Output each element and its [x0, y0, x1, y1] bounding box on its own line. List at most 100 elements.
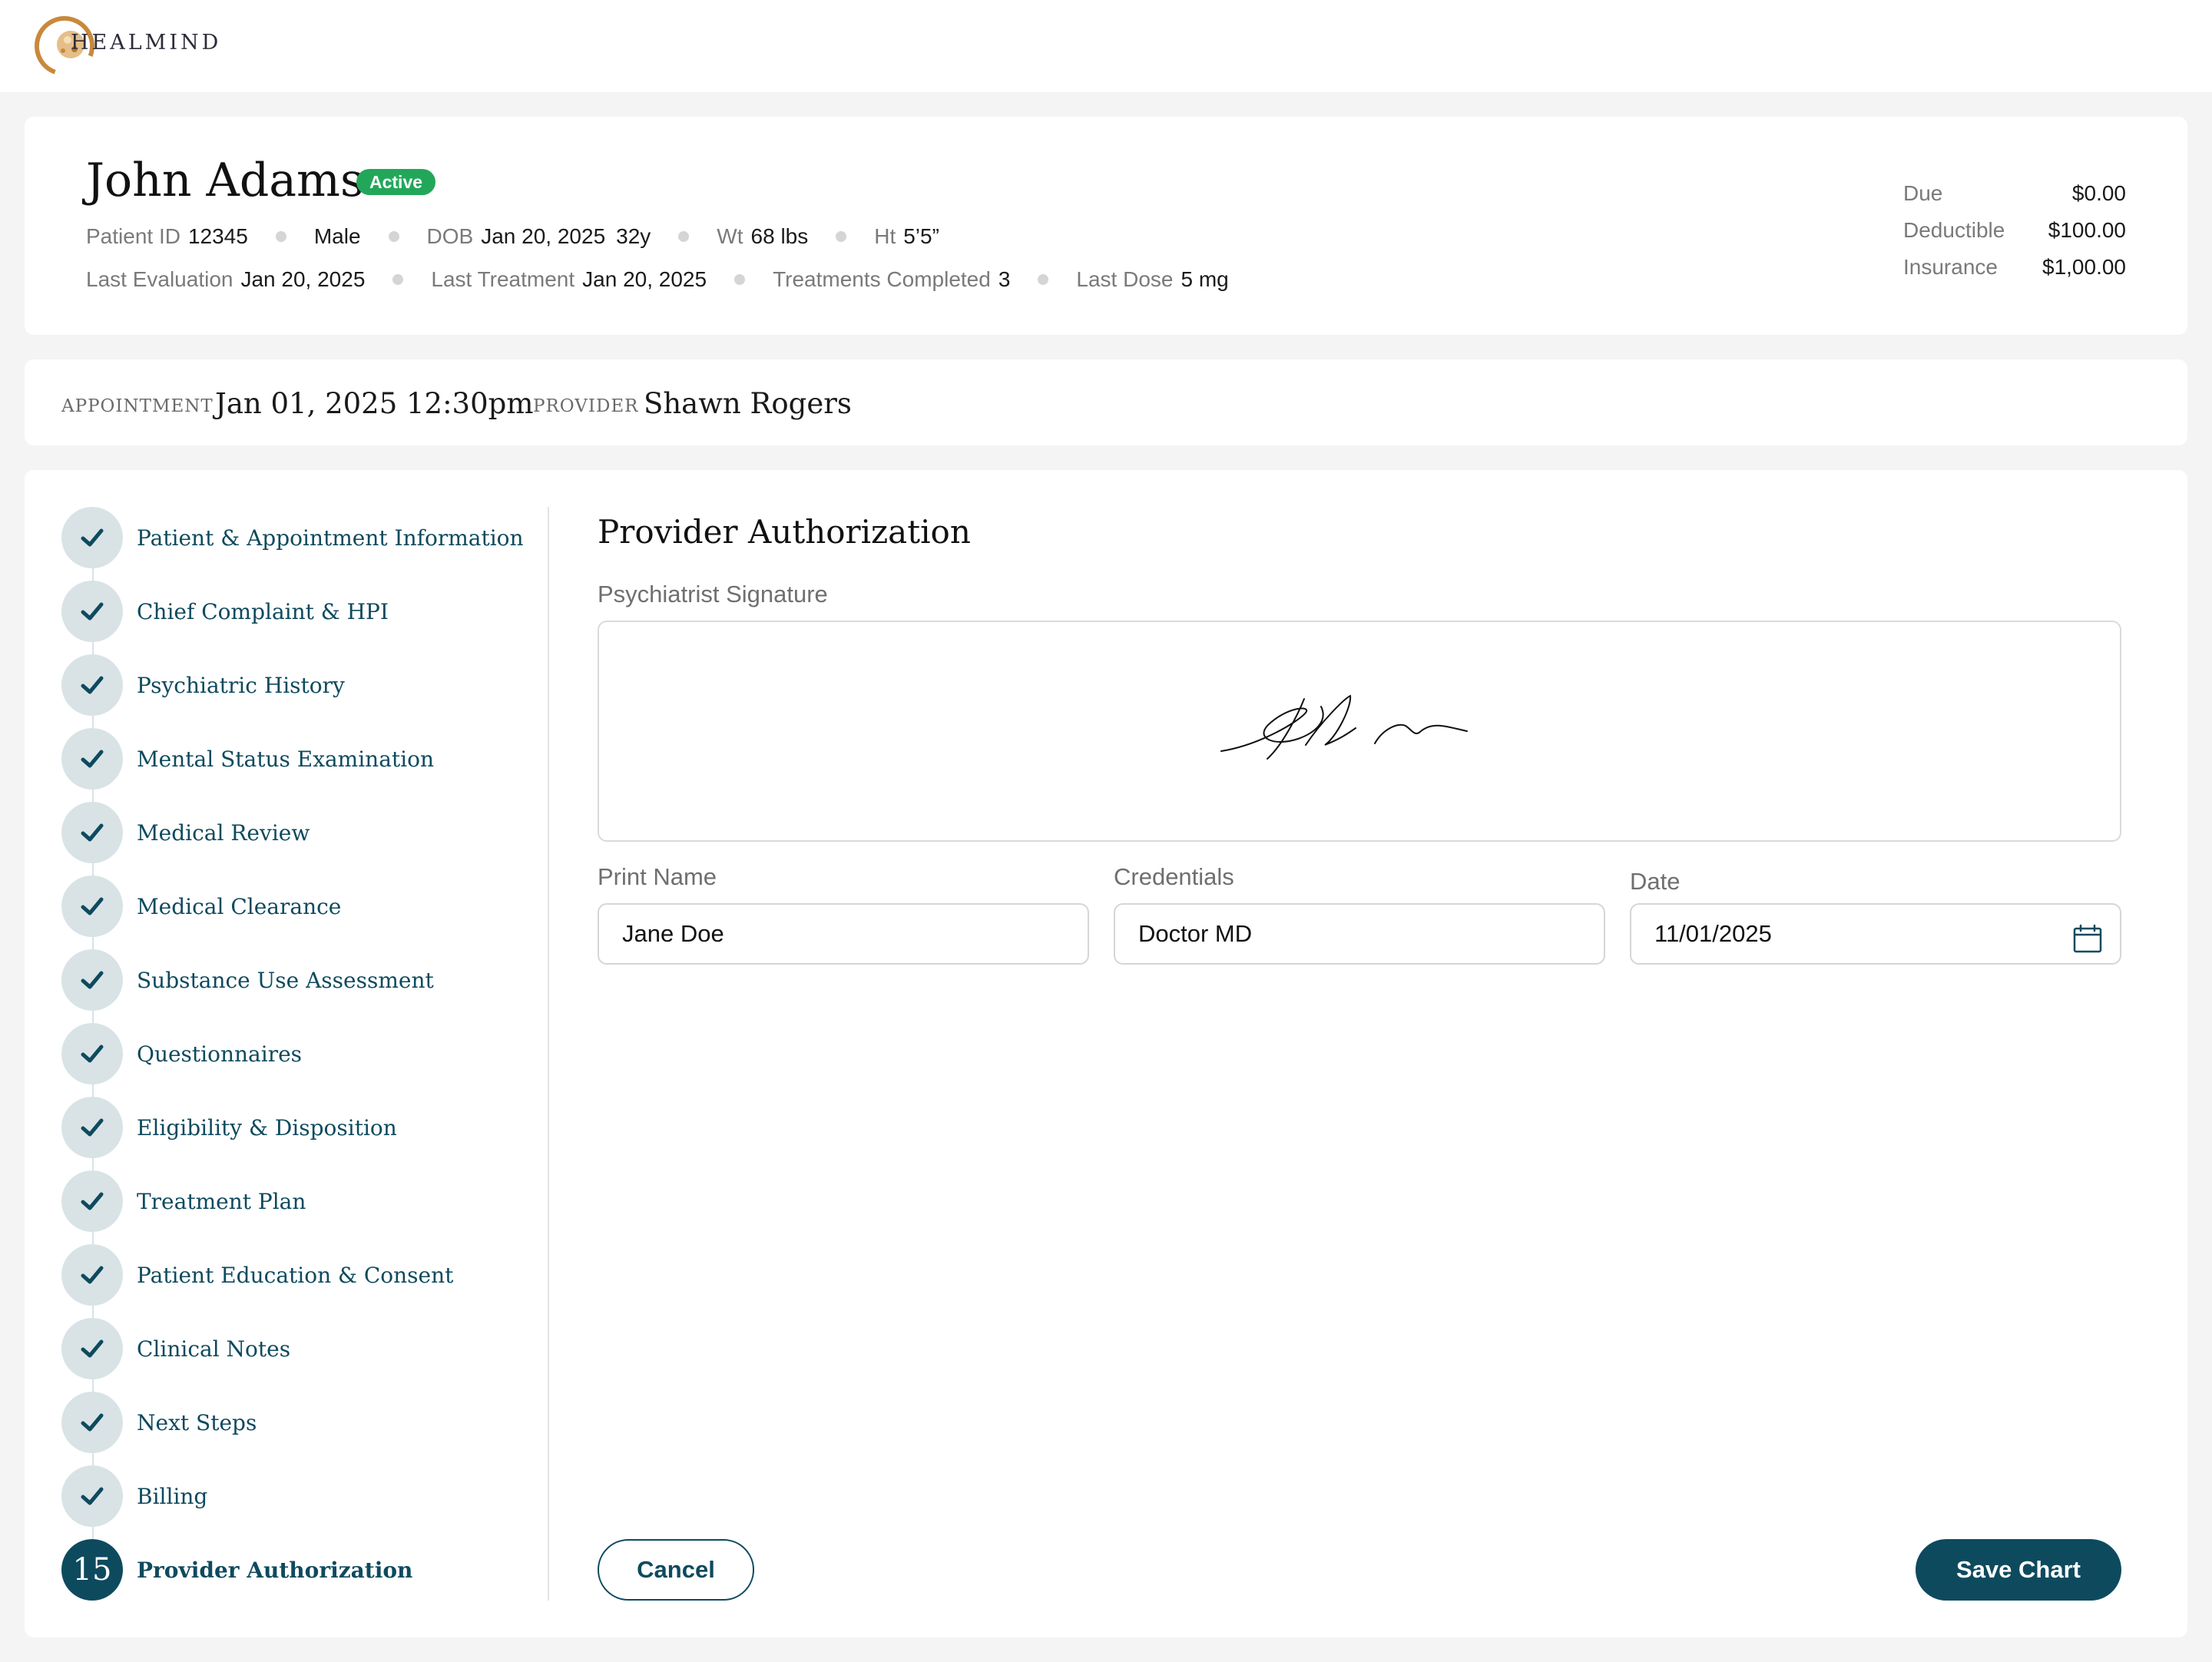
insurance-value: $1,00.00: [2042, 255, 2126, 279]
separator-dot: [678, 231, 690, 242]
step-mental-status-examination[interactable]: Mental Status Examination: [61, 728, 434, 790]
step-patient-appointment-information[interactable]: Patient & Appointment Information: [61, 507, 524, 568]
patient-id-label: Patient ID: [86, 224, 180, 248]
step-next-steps[interactable]: Next Steps: [61, 1392, 257, 1453]
step-label: Mental Status Examination: [137, 746, 435, 772]
credentials-label: Credentials: [1114, 863, 1234, 890]
separator-dot: [836, 231, 847, 242]
step-medical-review[interactable]: Medical Review: [61, 802, 310, 863]
save-chart-button[interactable]: Save Chart: [1916, 1539, 2121, 1601]
appointment-datetime: Jan 01, 2025 12:30pm: [215, 387, 534, 420]
due-label: Due: [1903, 181, 1943, 205]
credentials-input[interactable]: Doctor MD: [1114, 903, 1605, 965]
date-label: Date: [1630, 868, 1681, 895]
step-eligibility-disposition[interactable]: Eligibility & Disposition: [61, 1097, 397, 1158]
billing-deductible-row: Deductible $100.00: [1903, 212, 2126, 249]
check-icon: [61, 1170, 123, 1232]
check-icon: [61, 1318, 123, 1379]
check-icon: [61, 1023, 123, 1084]
step-label: Questionnaires: [137, 1041, 303, 1067]
provider-name: Shawn Rogers: [644, 387, 852, 420]
patient-sex: Male: [313, 224, 361, 248]
step-questionnaires[interactable]: Questionnaires: [61, 1023, 302, 1084]
patient-summary-card: John Adams Active Patient ID 12345 Male …: [25, 117, 2187, 335]
step-label: Psychiatric History: [137, 672, 345, 698]
brand-name: HEALMIND: [71, 31, 222, 55]
step-label: Clinical Notes: [137, 1336, 291, 1362]
patient-meta-row-2: Last Evaluation Jan 20, 2025 Last Treatm…: [86, 267, 1229, 292]
step-label: Provider Authorization: [137, 1557, 413, 1583]
due-value: $0.00: [2071, 181, 2126, 205]
check-icon: [61, 802, 123, 863]
step-substance-use-assessment[interactable]: Substance Use Assessment: [61, 949, 434, 1011]
date-input[interactable]: 11/01/2025: [1630, 903, 2121, 965]
check-icon: [61, 654, 123, 716]
check-icon: [61, 1465, 123, 1527]
step-treatment-plan[interactable]: Treatment Plan: [61, 1170, 306, 1232]
dob: Jan 20, 2025: [481, 224, 606, 248]
signature-label: Psychiatrist Signature: [598, 581, 828, 608]
separator-dot: [1038, 274, 1049, 285]
insurance-label: Insurance: [1903, 255, 1998, 279]
patient-id: 12345: [187, 224, 248, 248]
step-chief-complaint-hpi[interactable]: Chief Complaint & HPI: [61, 581, 389, 642]
patient-name: John Adams: [86, 154, 364, 207]
provider-label: PROVIDER: [533, 396, 639, 416]
separator-dot: [392, 274, 404, 285]
check-icon: [61, 876, 123, 937]
separator-dot: [734, 274, 746, 285]
status-badge: Active: [356, 169, 436, 195]
check-icon: [61, 949, 123, 1011]
chart-workflow-card: Patient & Appointment Information Chief …: [25, 470, 2187, 1637]
step-label: Chief Complaint & HPI: [137, 598, 389, 624]
step-patient-education-consent[interactable]: Patient Education & Consent: [61, 1244, 453, 1306]
step-label: Next Steps: [137, 1409, 257, 1435]
cancel-button[interactable]: Cancel: [598, 1539, 754, 1601]
last-treatment: Jan 20, 2025: [582, 267, 707, 291]
step-label: Medical Clearance: [137, 893, 342, 919]
billing-due-row: Due $0.00: [1903, 175, 2126, 212]
step-psychiatric-history[interactable]: Psychiatric History: [61, 654, 345, 716]
last-dose: 5 mg: [1181, 267, 1229, 291]
calendar-icon[interactable]: [2071, 919, 2104, 953]
last-dose-label: Last Dose: [1076, 267, 1174, 291]
check-icon: [61, 1244, 123, 1306]
step-provider-authorization[interactable]: 15 Provider Authorization: [61, 1539, 412, 1601]
date-value: 11/01/2025: [1654, 920, 1772, 947]
form-title: Provider Authorization: [598, 513, 971, 551]
treatments-completed: 3: [998, 267, 1011, 291]
weight-label: Wt: [717, 224, 743, 248]
last-treatment-label: Last Treatment: [431, 267, 575, 291]
step-billing[interactable]: Billing: [61, 1465, 207, 1527]
step-label: Patient Education & Consent: [137, 1262, 454, 1288]
patient-meta-row-1: Patient ID 12345 Male DOB Jan 20, 2025 3…: [86, 224, 939, 249]
check-icon: [61, 581, 123, 642]
check-icon: [61, 1392, 123, 1453]
step-number-current: 15: [61, 1539, 123, 1601]
print-name-input[interactable]: Jane Doe: [598, 903, 1089, 965]
step-medical-clearance[interactable]: Medical Clearance: [61, 876, 341, 937]
step-clinical-notes[interactable]: Clinical Notes: [61, 1318, 290, 1379]
step-label: Substance Use Assessment: [137, 967, 434, 993]
deductible-value: $100.00: [2048, 218, 2126, 242]
separator-dot: [388, 231, 399, 242]
section-divider: [548, 507, 549, 1601]
check-icon: [61, 1097, 123, 1158]
signature-pad[interactable]: [598, 621, 2121, 842]
last-evaluation: Jan 20, 2025: [240, 267, 366, 291]
height-label: Ht: [874, 224, 896, 248]
weight: 68 lbs: [750, 224, 809, 248]
check-icon: [61, 507, 123, 568]
step-label: Billing: [137, 1483, 208, 1509]
check-icon: [61, 728, 123, 790]
signature-drawing: [1220, 694, 1468, 760]
step-label: Eligibility & Disposition: [137, 1114, 397, 1141]
step-label: Medical Review: [137, 819, 310, 846]
appointment-label: APPOINTMENT: [61, 396, 214, 416]
treatments-completed-label: Treatments Completed: [773, 267, 991, 291]
height: 5’5”: [903, 224, 939, 248]
billing-insurance-row: Insurance $1,00.00: [1903, 249, 2126, 286]
age: 32y: [616, 224, 651, 248]
dob-label: DOB: [426, 224, 474, 248]
separator-dot: [275, 231, 286, 242]
